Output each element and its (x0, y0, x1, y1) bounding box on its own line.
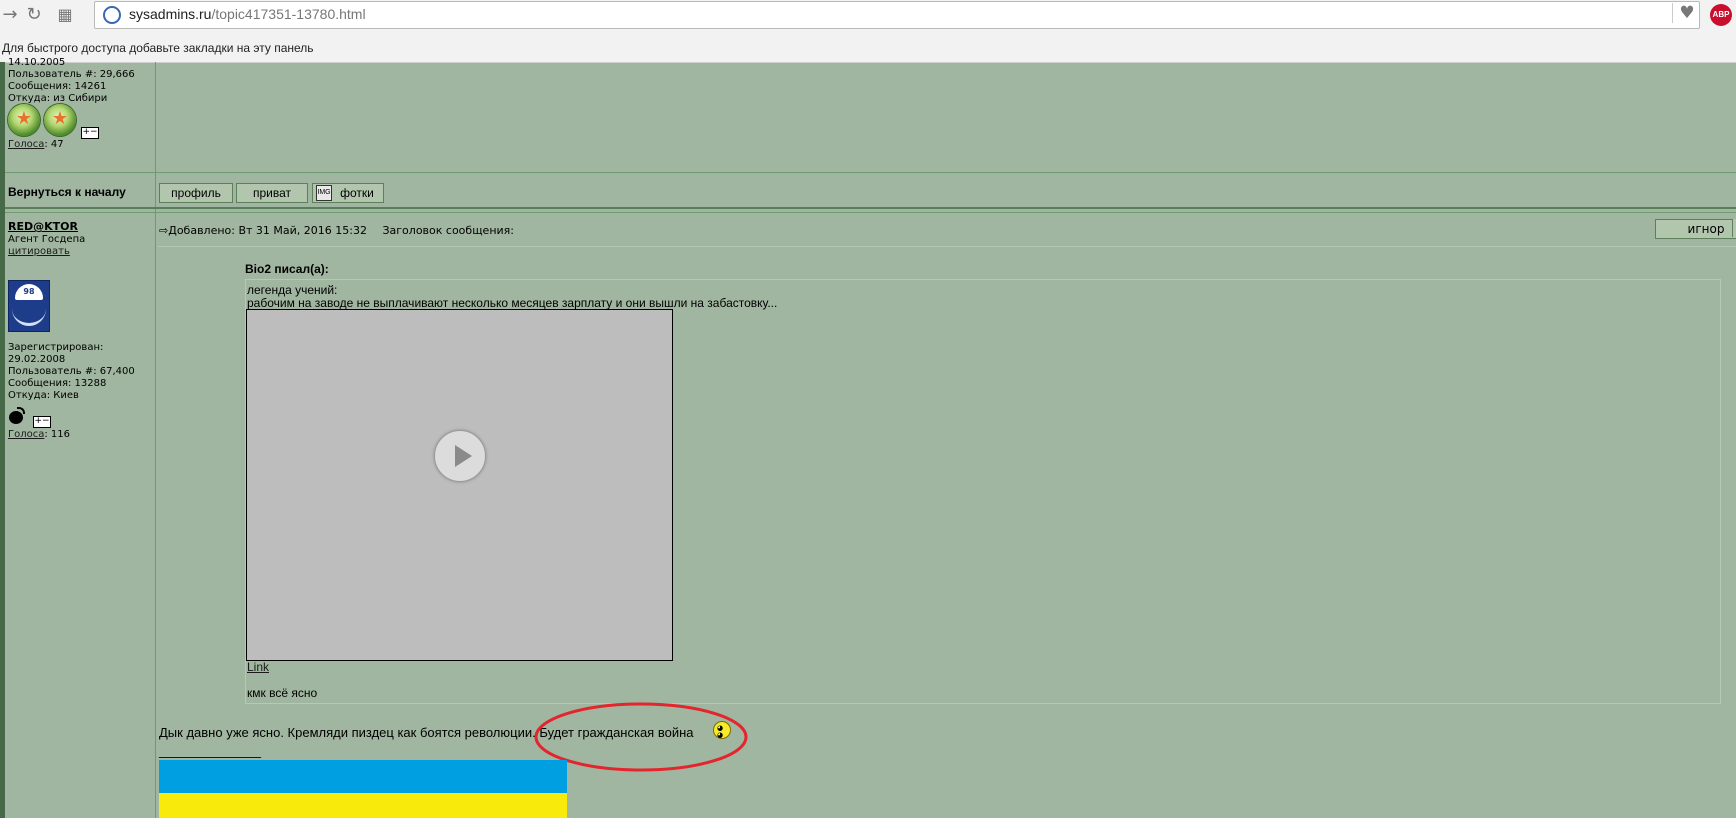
adblock-icon[interactable]: ABP (1710, 4, 1732, 26)
author-messages: Сообщения: 13288 (8, 378, 107, 389)
camera-icon: IMG (316, 185, 332, 201)
quote-tail: кмк всё ясно (247, 686, 318, 700)
plus-minus-icon[interactable]: +− (33, 416, 51, 428)
ignore-button[interactable]: игнор (1655, 219, 1736, 239)
apps-grid-icon[interactable]: ▦ (55, 5, 75, 25)
medal-icon: ★ (8, 104, 40, 136)
ukraine-flag-blue (159, 760, 567, 793)
profile-button[interactable]: профиль (159, 183, 233, 203)
back-to-top-link[interactable]: Вернуться к началу (8, 185, 126, 199)
url-text: sysadmins.ru/topic417351-13780.html (129, 6, 366, 22)
registered-label: Зарегистрирован: (8, 342, 104, 353)
plus-minus-icon[interactable]: +− (81, 127, 99, 139)
prev-author-votes: Голоса: 47 (8, 139, 64, 150)
heart-icon[interactable]: ♥ (1672, 3, 1701, 23)
quote-link[interactable]: цитировать (8, 246, 70, 258)
avatar: 98 (8, 280, 50, 332)
medal-icon: ★ (44, 104, 76, 136)
browser-toolbar: → ↻ ▦ sysadmins.ru/topic417351-13780.htm… (0, 0, 1736, 31)
play-icon[interactable] (434, 430, 486, 482)
post-separator (5, 207, 1736, 209)
votes-link[interactable]: Голоса (8, 139, 44, 150)
post-separator-thin (5, 212, 1736, 213)
author-from: Откуда: Киев (8, 390, 79, 401)
wings-icon (12, 305, 46, 326)
post-meta: ⇨Добавлено: Вт 31 Май, 2016 15:32 Заголо… (159, 224, 514, 237)
votes-link[interactable]: Голоса (8, 429, 44, 440)
video-player[interactable] (246, 309, 673, 661)
author-user-number: Пользователь #: 67,400 (8, 366, 135, 377)
extra-button-edge[interactable] (1732, 219, 1736, 237)
back-arrow-icon[interactable]: → (0, 5, 20, 25)
quote-line: легенда учений: (247, 283, 338, 297)
compass-icon (103, 6, 121, 24)
bomb-icon (9, 407, 25, 424)
registered-date: 29.02.2008 (8, 354, 66, 365)
post-arrow-icon: ⇨ (159, 224, 169, 237)
post-header-divider (158, 246, 1736, 247)
photos-button[interactable]: IMG фотки (312, 183, 384, 203)
bookmarks-hint: Для быстрого доступа добавьте закладки н… (2, 41, 314, 55)
prev-author-reg-date: 14.10.2005 (8, 57, 66, 68)
video-link[interactable]: Link (247, 660, 269, 674)
prev-author-user-number: Пользователь #: 29,666 (8, 69, 135, 80)
author-votes: Голоса: 116 (8, 429, 70, 440)
address-bar[interactable]: sysadmins.ru/topic417351-13780.html (94, 1, 1700, 29)
quote-line: рабочим на заводе не выплачивают несколь… (247, 296, 778, 310)
row-divider (5, 172, 1736, 173)
signature-separator: _________________ (159, 744, 261, 758)
private-message-button[interactable]: приват (236, 183, 308, 203)
quote-header: Bio2 писал(а): (245, 262, 329, 276)
author-name[interactable]: RED@KTOR (8, 220, 78, 233)
prev-author-messages: Сообщения: 14261 (8, 81, 107, 92)
ukraine-flag-yellow (159, 793, 567, 818)
author-rank: Агент Госдепа (8, 234, 86, 245)
bookmarks-bar: Для быстрого доступа добавьте закладки н… (0, 30, 1736, 63)
parachute-icon: 98 (15, 284, 43, 300)
reload-icon[interactable]: ↻ (24, 5, 44, 25)
